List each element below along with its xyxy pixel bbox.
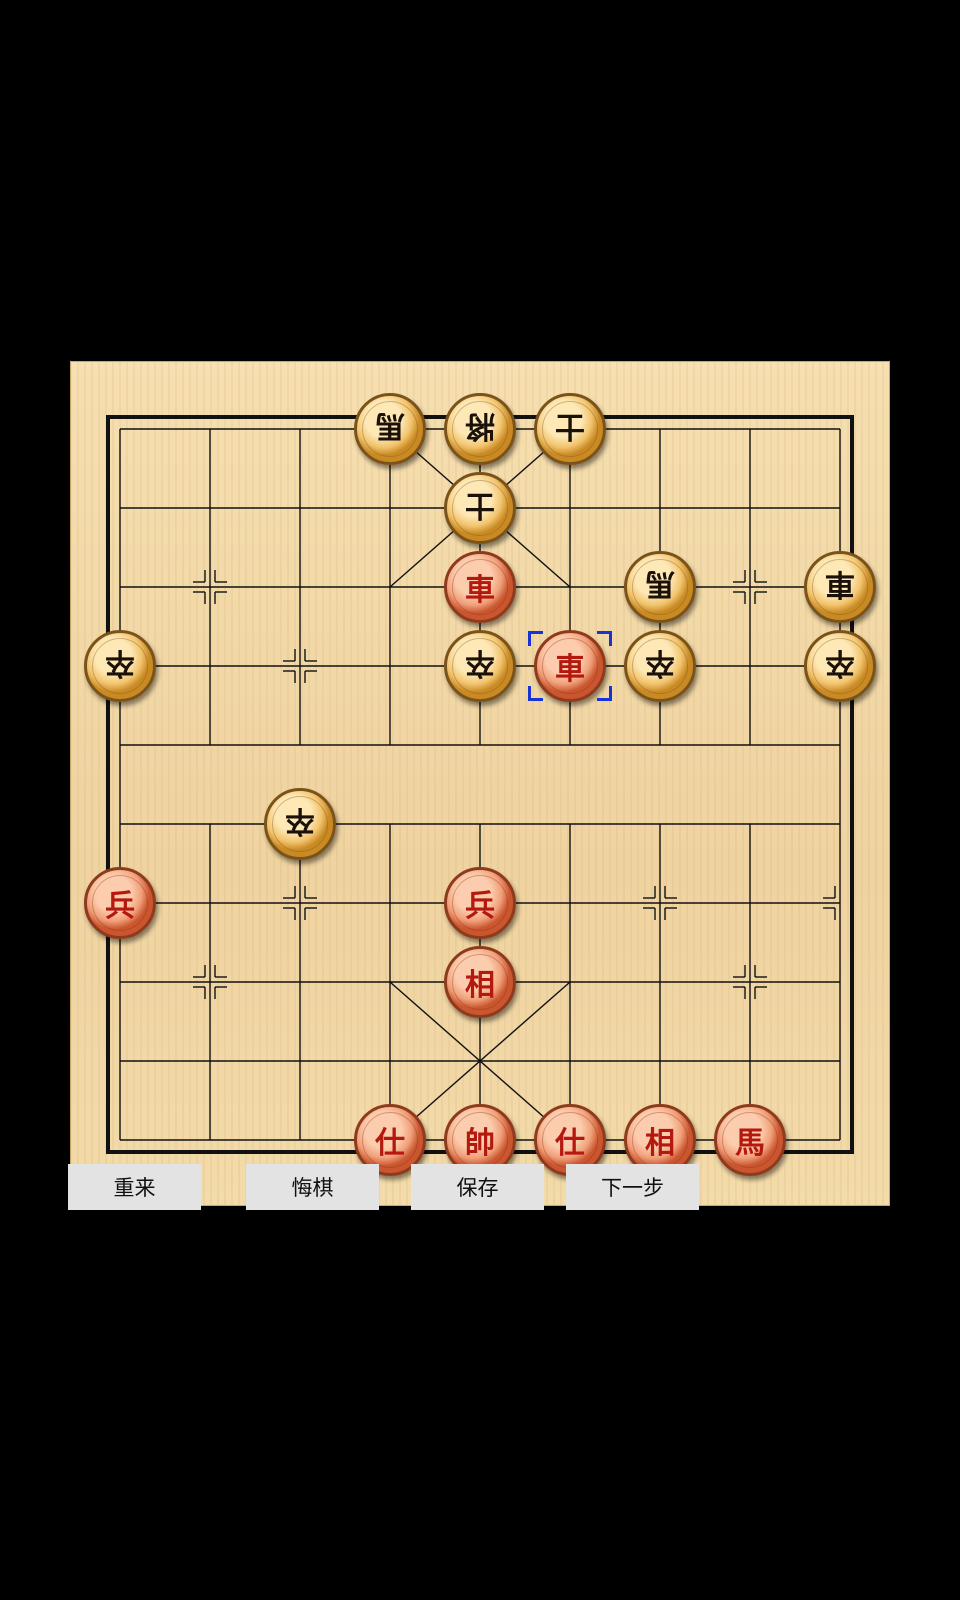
undo-button[interactable]: 悔棋 <box>246 1164 379 1210</box>
piece-face: 相 <box>632 1112 688 1168</box>
black-piece[interactable]: 卒 <box>264 788 336 860</box>
red-piece[interactable]: 車 <box>534 630 606 702</box>
black-piece[interactable]: 馬 <box>624 551 696 623</box>
piece-face: 兵 <box>452 875 508 931</box>
piece-label: 卒 <box>105 645 135 680</box>
piece-face: 兵 <box>92 875 148 931</box>
piece-label: 士 <box>465 487 495 522</box>
red-piece[interactable]: 兵 <box>444 867 516 939</box>
piece-face: 卒 <box>812 638 868 694</box>
black-piece[interactable]: 士 <box>444 472 516 544</box>
piece-face: 將 <box>452 401 508 457</box>
piece-face: 士 <box>542 401 598 457</box>
restart-button[interactable]: 重来 <box>68 1164 201 1210</box>
piece-face: 車 <box>542 638 598 694</box>
piece-face: 相 <box>452 954 508 1010</box>
next-step-button[interactable]: 下一步 <box>566 1164 699 1210</box>
piece-label: 仕 <box>375 1126 405 1161</box>
black-piece[interactable]: 卒 <box>624 630 696 702</box>
piece-label: 馬 <box>735 1126 765 1161</box>
red-piece[interactable]: 相 <box>444 946 516 1018</box>
piece-label: 卒 <box>825 645 855 680</box>
piece-label: 將 <box>465 408 495 443</box>
piece-face: 帥 <box>452 1112 508 1168</box>
piece-label: 卒 <box>285 803 315 838</box>
piece-label: 兵 <box>105 889 135 924</box>
piece-face: 馬 <box>722 1112 778 1168</box>
piece-label: 士 <box>555 408 585 443</box>
piece-label: 馬 <box>645 566 675 601</box>
piece-label: 相 <box>645 1126 675 1161</box>
red-piece[interactable]: 兵 <box>84 867 156 939</box>
piece-face: 車 <box>452 559 508 615</box>
piece-label: 車 <box>555 652 585 687</box>
black-piece[interactable]: 車 <box>804 551 876 623</box>
piece-label: 馬 <box>375 408 405 443</box>
piece-label: 兵 <box>465 889 495 924</box>
board-grid <box>106 415 854 1154</box>
piece-face: 馬 <box>632 559 688 615</box>
black-piece[interactable]: 卒 <box>804 630 876 702</box>
piece-face: 車 <box>812 559 868 615</box>
red-piece[interactable]: 馬 <box>714 1104 786 1176</box>
piece-label: 車 <box>465 573 495 608</box>
black-piece[interactable]: 將 <box>444 393 516 465</box>
piece-label: 帥 <box>465 1126 495 1161</box>
black-piece[interactable]: 卒 <box>84 630 156 702</box>
black-piece[interactable]: 卒 <box>444 630 516 702</box>
red-piece[interactable]: 車 <box>444 551 516 623</box>
piece-face: 仕 <box>542 1112 598 1168</box>
piece-label: 仕 <box>555 1126 585 1161</box>
piece-label: 相 <box>465 968 495 1003</box>
save-button[interactable]: 保存 <box>411 1164 544 1210</box>
piece-face: 仕 <box>362 1112 418 1168</box>
piece-face: 馬 <box>362 401 418 457</box>
piece-label: 車 <box>825 566 855 601</box>
piece-face: 卒 <box>92 638 148 694</box>
piece-label: 卒 <box>465 645 495 680</box>
piece-face: 卒 <box>272 796 328 852</box>
black-piece[interactable]: 士 <box>534 393 606 465</box>
black-piece[interactable]: 馬 <box>354 393 426 465</box>
piece-face: 卒 <box>632 638 688 694</box>
piece-label: 卒 <box>645 645 675 680</box>
piece-face: 卒 <box>452 638 508 694</box>
piece-face: 士 <box>452 480 508 536</box>
